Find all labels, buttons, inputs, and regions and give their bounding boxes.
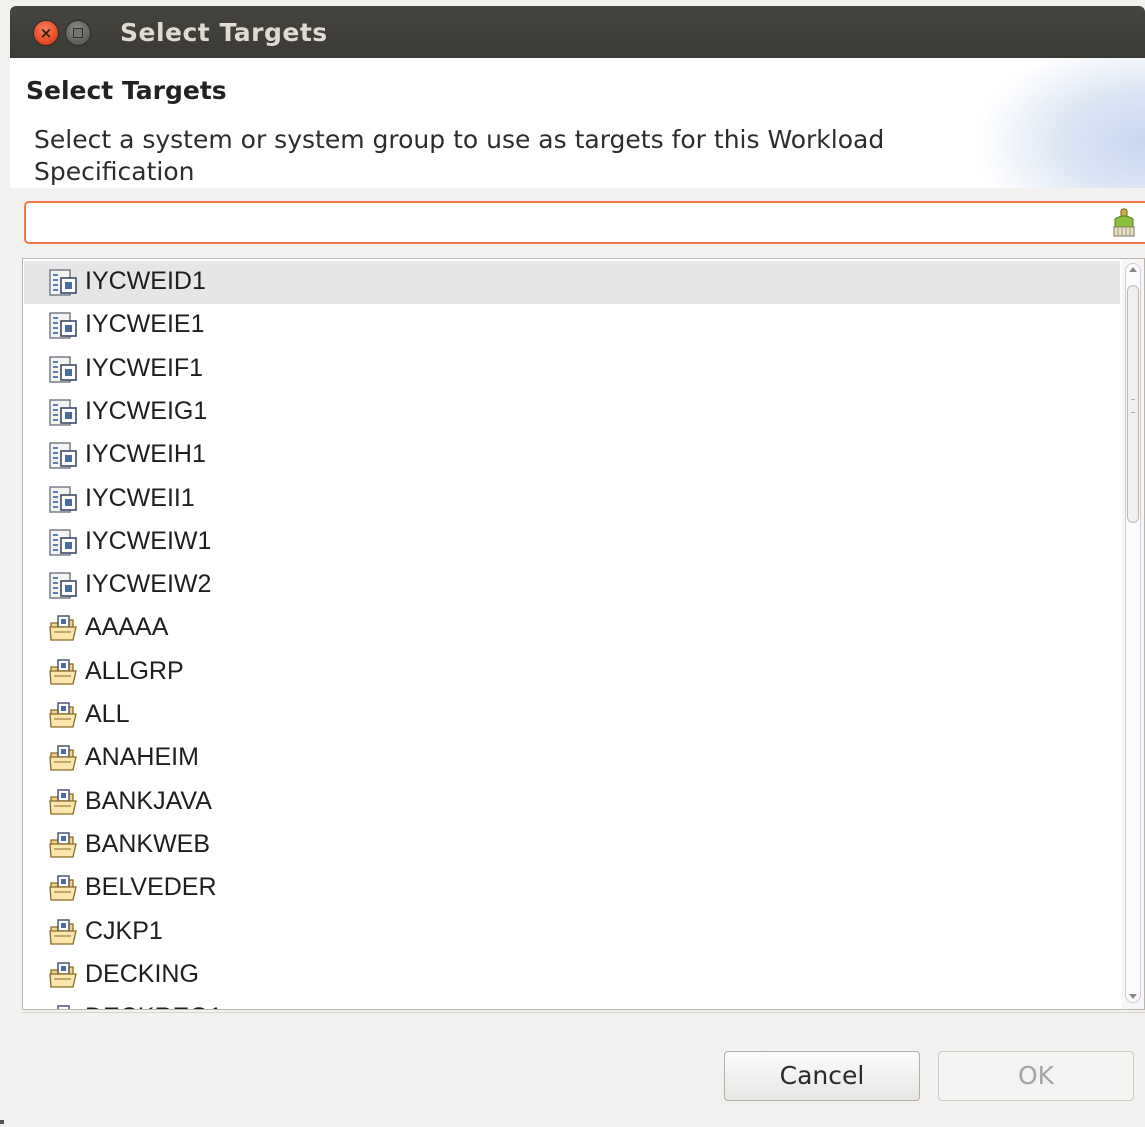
list-item[interactable]: IYCWEIF1 [24, 348, 1120, 391]
list-item[interactable]: IYCWEIG1 [24, 391, 1120, 434]
system-group-icon [49, 919, 79, 947]
system-group-icon [49, 745, 79, 773]
system-group-icon [49, 615, 79, 643]
list-item[interactable]: ALL [24, 694, 1120, 737]
dialog-title: Select Targets [26, 76, 227, 105]
scroll-up-icon[interactable] [1129, 267, 1137, 272]
targets-list[interactable]: IYCWEID1 IYCWEIE1 IYCWEIF1 IYCWEIG1 IYCWEIH1… [22, 258, 1145, 1010]
list-item[interactable]: IYCWEIW1 [24, 521, 1120, 564]
system-icon [49, 399, 79, 427]
window-title: Select Targets [120, 18, 328, 47]
list-item-label: DECKREG1 [85, 1003, 223, 1009]
list-item-label: BANKJAVA [85, 787, 212, 815]
system-group-icon [49, 702, 79, 730]
clear-filter-icon[interactable] [1111, 207, 1137, 239]
vertical-scrollbar[interactable] [1122, 259, 1144, 1009]
system-group-icon [49, 962, 79, 990]
system-icon [49, 269, 79, 297]
close-window-button[interactable]: × [34, 21, 58, 45]
list-item[interactable]: BANKJAVA [24, 781, 1120, 824]
list-item[interactable]: DECKREG1 [24, 997, 1120, 1009]
system-group-icon [49, 875, 79, 903]
list-item[interactable]: IYCWEIW2 [24, 564, 1120, 607]
system-icon [49, 486, 79, 514]
list-item-label: ALLGRP [85, 657, 184, 685]
banner-decoration [975, 58, 1145, 188]
list-item-label: IYCWEIW1 [85, 527, 212, 555]
cancel-button[interactable]: Cancel [724, 1051, 920, 1101]
system-icon [49, 529, 79, 557]
ok-button[interactable]: OK [938, 1051, 1134, 1101]
list-item[interactable]: IYCWEIE1 [24, 304, 1120, 347]
list-item-label: IYCWEID1 [85, 267, 206, 295]
system-group-icon [49, 832, 79, 860]
dialog-description: Select a system or system group to use a… [34, 125, 885, 186]
system-icon [49, 312, 79, 340]
list-item-label: AAAAA [85, 613, 169, 641]
list-item-label: ALL [85, 700, 130, 728]
scroll-grip-icon [1131, 399, 1135, 413]
list-item[interactable]: BANKWEB [24, 824, 1120, 867]
maximize-window-button[interactable] [66, 21, 90, 45]
system-icon [49, 442, 79, 470]
list-item-label: BELVEDER [85, 873, 217, 901]
system-group-icon [49, 659, 79, 687]
filter-input[interactable] [32, 206, 1096, 241]
list-item-label: IYCWEIE1 [85, 310, 205, 338]
list-item[interactable]: BELVEDER [24, 867, 1120, 910]
list-item-label: IYCWEIW2 [85, 570, 212, 598]
list-item[interactable]: ALLGRP [24, 651, 1120, 694]
list-item-label: CJKP1 [85, 917, 163, 945]
list-item[interactable]: IYCWEID1 [24, 261, 1120, 304]
list-item[interactable]: AAAAA [24, 607, 1120, 650]
list-item-label: IYCWEIG1 [85, 397, 208, 425]
list-item-label: BANKWEB [85, 830, 211, 858]
dialog-banner: Select Targets Select a system or system… [10, 58, 1145, 188]
system-group-icon [49, 789, 79, 817]
list-item-label: IYCWEIF1 [85, 354, 204, 382]
list-item-label: IYCWEII1 [85, 484, 195, 512]
system-group-icon [49, 1005, 79, 1009]
scroll-down-icon[interactable] [1129, 994, 1137, 999]
list-item-label: ANAHEIM [85, 743, 199, 771]
list-item-label: IYCWEIH1 [85, 440, 206, 468]
filter-field[interactable] [24, 201, 1145, 244]
list-item[interactable]: CJKP1 [24, 911, 1120, 954]
system-icon [49, 356, 79, 384]
list-item[interactable]: IYCWEIH1 [24, 434, 1120, 477]
title-bar: × Select Targets [10, 6, 1145, 58]
list-item[interactable]: DECKING [24, 954, 1120, 997]
corner-artifact [0, 1120, 4, 1124]
system-icon [49, 572, 79, 600]
divider [22, 1012, 1145, 1013]
list-item[interactable]: IYCWEII1 [24, 478, 1120, 521]
list-item[interactable]: ANAHEIM [24, 737, 1120, 780]
list-item-label: DECKING [85, 960, 199, 988]
